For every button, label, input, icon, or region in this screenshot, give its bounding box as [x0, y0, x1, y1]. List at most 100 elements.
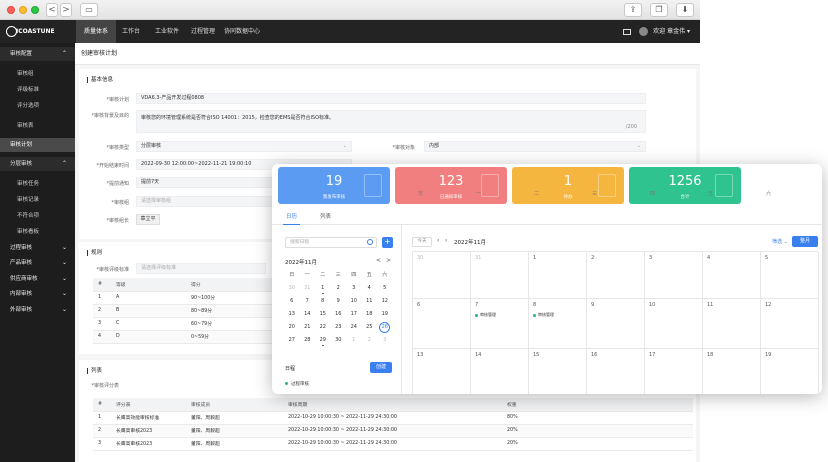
mini-day-cell[interactable]: 29 [315, 334, 331, 347]
day-cell[interactable]: 5 [761, 252, 819, 299]
avatar[interactable] [639, 27, 649, 36]
nav-process-management[interactable]: 过程管理 [186, 20, 220, 43]
today-button[interactable]: 今天 [412, 237, 432, 247]
object-select[interactable]: 内部 ⌄ [424, 141, 646, 152]
maximize-window-button[interactable] [31, 6, 39, 14]
mail-icon[interactable] [623, 28, 632, 35]
day-cell[interactable]: 14 [471, 349, 529, 394]
mini-day-cell[interactable]: 2 [362, 334, 378, 347]
day-cell[interactable]: 8 审核管理 [529, 299, 587, 349]
sidebar-item-audit-board[interactable]: 审核看板 [0, 225, 75, 239]
mini-day-cell[interactable]: 11 [362, 295, 378, 308]
type-select[interactable]: 分层审核 ⌄ [136, 141, 352, 152]
mini-day-cell[interactable]: 13 [284, 308, 300, 321]
mini-day-cell[interactable]: 15 [315, 308, 331, 321]
sidebar-group-product-audit[interactable]: 产品审核 ⌄ [0, 256, 75, 270]
mini-day-cell[interactable]: 2 [331, 282, 347, 295]
rating-std-select[interactable]: 请选择评级标准 [136, 263, 266, 274]
nav-data-center[interactable]: 协同数据中心 [220, 20, 264, 43]
stat-todo[interactable]: 1 待办 [512, 167, 624, 204]
mini-next-button[interactable]: > [386, 257, 391, 264]
day-cell[interactable]: 6 [413, 299, 471, 349]
stat-published[interactable]: 19 我发布审核 [278, 167, 390, 204]
mini-day-cell[interactable]: 8 [315, 295, 331, 308]
mini-day-cell[interactable]: 21 [300, 321, 316, 334]
mini-day-cell[interactable]: 1 [346, 334, 362, 347]
user-name[interactable]: 欢迎 章金伟 [653, 28, 685, 35]
mini-prev-button[interactable]: < [376, 257, 381, 264]
sidebar-item-rating-standard[interactable]: 评级标准 [0, 83, 75, 97]
sidebar-group-audit-config[interactable]: 审核配置 ⌃ [0, 47, 75, 61]
back-button[interactable]: < [46, 3, 58, 17]
calendar-event[interactable]: 审核管理 [533, 312, 554, 318]
sidebar-group-external-audit[interactable]: 外部审核 ⌄ [0, 303, 75, 317]
day-cell[interactable]: 2 [587, 252, 645, 299]
mini-day-cell[interactable]: 6 [284, 295, 300, 308]
minimize-window-button[interactable] [19, 6, 27, 14]
tabs-icon[interactable]: ❐ [650, 3, 668, 17]
filter-button[interactable]: 筛选 ⌄ [772, 238, 788, 245]
day-cell[interactable]: 17 [645, 349, 703, 394]
schedule-item[interactable]: 过程审核 [285, 381, 309, 387]
day-cell[interactable]: 1 [529, 252, 587, 299]
sidebar-toggle-icon[interactable]: ▭ [80, 3, 98, 17]
mini-day-cell[interactable]: 28 [300, 334, 316, 347]
mini-day-cell[interactable]: 31 [300, 282, 316, 295]
search-icon[interactable] [367, 239, 373, 245]
forward-button[interactable]: > [60, 3, 72, 17]
tab-calendar[interactable]: 日历 [282, 212, 301, 225]
mini-day-cell[interactable]: 17 [346, 308, 362, 321]
day-cell[interactable]: 10 [645, 299, 703, 349]
mini-day-cell[interactable]: 10 [346, 295, 362, 308]
day-cell[interactable]: 3 [645, 252, 703, 299]
mini-day-cell[interactable]: 3 [377, 334, 393, 347]
sidebar-group-supplier-audit[interactable]: 供应商审核 ⌄ [0, 272, 75, 286]
sidebar-item-score-options[interactable]: 评分选项 [0, 99, 75, 113]
stat-total[interactable]: 1256 合计 [629, 167, 741, 204]
day-cell[interactable]: 16 [587, 349, 645, 394]
month-next-button[interactable]: › [445, 237, 447, 244]
day-cell[interactable]: 19 [761, 349, 819, 394]
nav-quality-system[interactable]: 质量体系 [76, 20, 116, 43]
mini-day-cell[interactable]: 23 [331, 321, 347, 334]
day-cell[interactable]: 30 [413, 252, 471, 299]
sidebar-item-audit-group[interactable]: 审核组 [0, 67, 75, 81]
leader-tag[interactable]: 章立平 [136, 214, 160, 225]
calendar-event[interactable]: 审核管理 [475, 312, 496, 318]
mini-day-cell[interactable]: 12 [377, 295, 393, 308]
mini-day-cell[interactable]: 30 [331, 334, 347, 347]
mini-day-cell[interactable]: 5 [377, 282, 393, 295]
mini-day-cell[interactable]: 27 [284, 334, 300, 347]
mini-day-cell[interactable]: 25 [362, 321, 378, 334]
mini-day-cell[interactable]: 26 [377, 321, 393, 334]
plan-input[interactable]: VDA6.3-产品开发过程0808 [136, 93, 646, 104]
mini-day-cell[interactable]: 1 [315, 282, 331, 295]
day-cell[interactable]: 15 [529, 349, 587, 394]
sidebar-item-audit-plan[interactable]: 审核计划 [0, 138, 75, 152]
mini-day-cell[interactable]: 18 [362, 308, 378, 321]
sidebar-group-process-audit[interactable]: 过程审核 ⌄ [0, 241, 75, 255]
nav-workbench[interactable]: 工作台 [116, 20, 146, 43]
stat-notified[interactable]: 123 已通知审核 [395, 167, 507, 204]
sidebar-item-nonconformity[interactable]: 不符合项 [0, 209, 75, 223]
mini-day-cell[interactable]: 9 [331, 295, 347, 308]
day-cell[interactable]: 9 [587, 299, 645, 349]
user-area[interactable]: 欢迎 章金伟 ▾ [623, 20, 690, 43]
sidebar-item-audit-task[interactable]: 审核任务 [0, 177, 75, 191]
schedule-search-input[interactable]: 搜索日程 [285, 237, 377, 248]
mini-day-cell[interactable]: 7 [300, 295, 316, 308]
mini-day-cell[interactable]: 19 [377, 308, 393, 321]
close-window-button[interactable] [7, 6, 15, 14]
day-cell[interactable]: 18 [703, 349, 761, 394]
mini-day-cell[interactable]: 20 [284, 321, 300, 334]
mini-day-cell[interactable]: 22 [315, 321, 331, 334]
mini-day-cell[interactable]: 16 [331, 308, 347, 321]
month-prev-button[interactable]: ‹ [437, 237, 439, 244]
day-cell[interactable]: 11 [703, 299, 761, 349]
mini-day-cell[interactable]: 24 [346, 321, 362, 334]
sidebar-item-audit-record[interactable]: 审核记录 [0, 193, 75, 207]
day-cell[interactable]: 13 [413, 349, 471, 394]
sidebar-item-audit-sheet[interactable]: 审核表 [0, 119, 75, 133]
mini-day-cell[interactable]: 4 [362, 282, 378, 295]
mini-day-cell[interactable]: 30 [284, 282, 300, 295]
